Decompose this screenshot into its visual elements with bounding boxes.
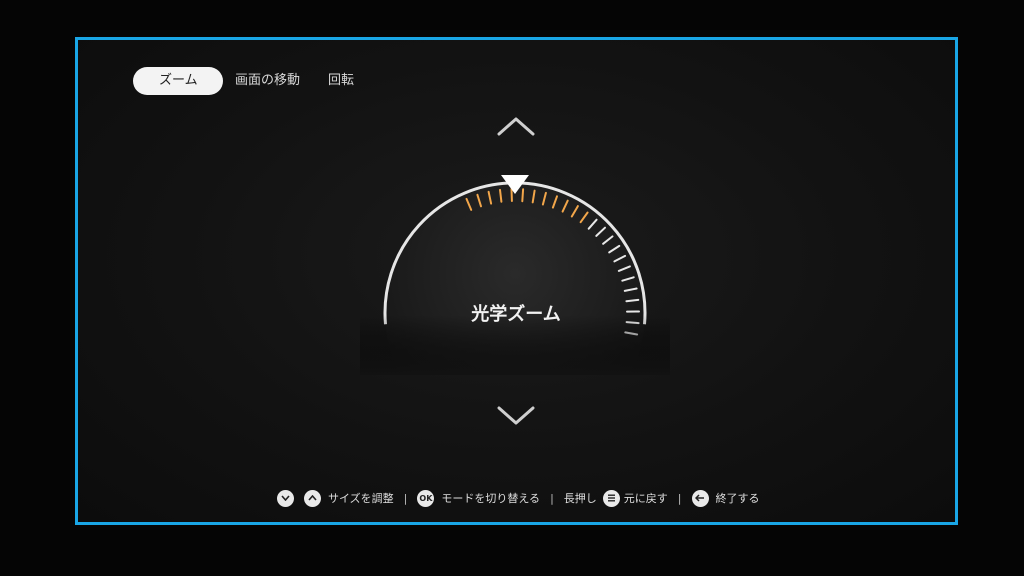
tab-rotate[interactable]: 回転: [328, 67, 354, 95]
dial-tick: [499, 188, 503, 203]
ok-key-icon: OK: [417, 489, 435, 507]
hint-restore: 元に戻す: [623, 492, 668, 505]
separator: |: [550, 491, 554, 505]
tab-zoom[interactable]: ズーム: [133, 67, 223, 95]
chevron-up-icon[interactable]: [496, 115, 536, 137]
separator: |: [403, 491, 408, 505]
dial-label: 光学ズーム: [471, 304, 561, 325]
hint-size-adjust: サイズを調整: [328, 492, 394, 505]
zoom-dial[interactable]: [360, 165, 670, 375]
hint-long-press: 長押し: [563, 492, 597, 505]
dial-tick: [521, 188, 525, 203]
hint-exit: 終了する: [715, 492, 760, 505]
chevron-down-icon[interactable]: [496, 405, 536, 427]
back-arrow-icon: [691, 489, 709, 507]
mode-tabs: ズーム 画面の移動 回転: [133, 66, 382, 96]
tab-screen-move[interactable]: 画面の移動: [235, 67, 300, 95]
separator: |: [677, 491, 682, 505]
chevron-up-icon: [304, 489, 321, 507]
menu-icon: [602, 489, 620, 507]
hint-switch-mode: モードを切り替える: [441, 492, 541, 505]
dial-tick: [625, 298, 640, 303]
chevron-down-icon: [277, 489, 294, 507]
hint-bar: サイズを調整 | OK モードを切り替える | 長押し 元に戻す | 終了する: [277, 488, 760, 508]
